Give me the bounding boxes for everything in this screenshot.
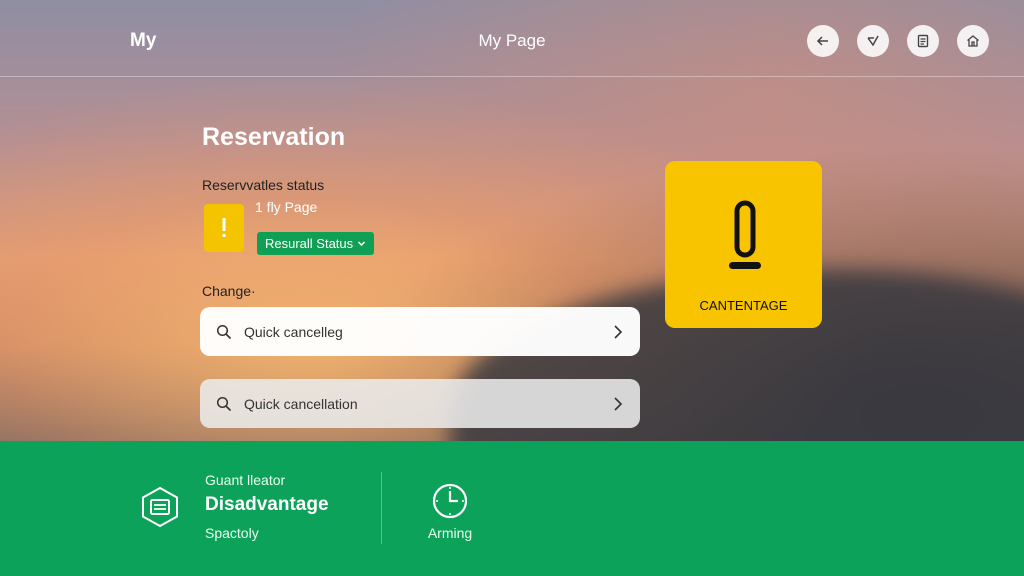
hexagon-list-icon — [142, 486, 178, 528]
bottom-subtitle: Guant lleator — [205, 472, 286, 488]
exclamation-icon — [729, 200, 761, 269]
section-heading: Reservation — [202, 123, 346, 151]
back-arrow-icon — [816, 36, 828, 46]
exclamation-icon — [222, 218, 226, 237]
chevron-right-icon — [614, 396, 623, 411]
status-dropdown-label: Resurall Status — [265, 236, 354, 251]
change-label: Change· — [202, 283, 256, 299]
bottom-panel: Guant lleator Disadvantage Spactoly Armi… — [0, 441, 1024, 576]
home-button[interactable] — [957, 25, 989, 57]
document-button[interactable] — [907, 25, 939, 57]
search-icon — [216, 324, 232, 339]
chevron-right-icon — [614, 324, 623, 339]
quick-cancellation-row-label: Quick cancellation — [244, 395, 358, 412]
check-button[interactable] — [857, 25, 889, 57]
search-icon — [216, 396, 232, 411]
divider — [381, 472, 382, 544]
bottom-title[interactable]: Disadvantage — [205, 494, 329, 516]
status-dropdown[interactable]: Resurall Status — [257, 232, 375, 255]
check-icon — [867, 35, 879, 47]
tile-label: CANTENTAGE — [699, 298, 788, 313]
contentage-tile[interactable]: CANTENTAGE — [665, 161, 822, 328]
bottom-note: Spactoly — [205, 525, 259, 541]
clock-icon[interactable] — [431, 482, 469, 520]
warning-badge — [204, 204, 244, 252]
chevron-down-icon — [358, 241, 366, 247]
quick-cancel-row[interactable]: Quick cancelleg — [200, 307, 640, 356]
home-icon — [967, 35, 979, 47]
quick-cancel-row-label: Quick cancelleg — [244, 323, 343, 340]
clock-label: Arming — [427, 525, 473, 541]
back-button[interactable] — [807, 25, 839, 57]
status-label: Reservvatles status — [202, 177, 325, 193]
top-actions — [807, 25, 989, 57]
quick-cancellation-row[interactable]: Quick cancellation — [200, 379, 640, 428]
page-subtitle: 1 fly Page — [255, 199, 318, 215]
top-bar: My My Page — [0, 0, 1024, 77]
page: My My Page Reservation Reservvatles stat… — [0, 0, 1024, 576]
document-icon — [917, 34, 929, 48]
